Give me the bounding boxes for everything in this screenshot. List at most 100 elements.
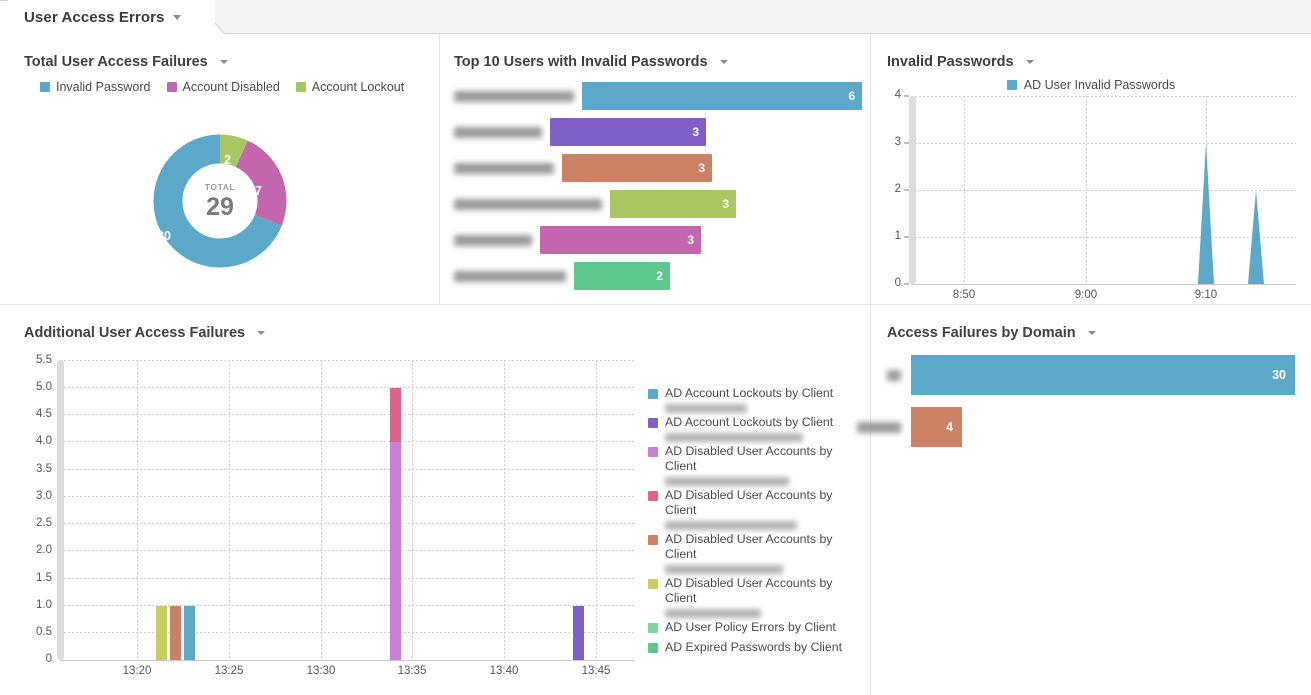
y-axis-tick-3-5: 3.5: [36, 463, 52, 475]
panel-title-total-user-access-failures[interactable]: Total User Access Failures: [24, 54, 228, 70]
y-axis-tick-1-0: 1.0: [36, 599, 52, 611]
bar-domain-2[interactable]: 4: [911, 407, 963, 447]
panel-title-access-failures-by-domain[interactable]: Access Failures by Domain: [887, 325, 1096, 341]
bar-track: 3: [540, 226, 862, 254]
donut-total-value: 29: [206, 192, 234, 221]
legend-swatch-icon: [40, 82, 50, 92]
additional-failures-legend: AD Account Lockouts by Client AD Account…: [648, 386, 863, 657]
tab-user-access-errors[interactable]: User Access Errors: [8, 0, 215, 34]
panel-title-text: Top 10 Users with Invalid Passwords: [454, 54, 708, 70]
table-row[interactable]: 4: [857, 401, 1295, 453]
table-row[interactable]: 3: [454, 114, 862, 150]
y-tickmark: [904, 283, 909, 285]
legend-item-disabled-accounts-2[interactable]: AD Disabled User Accounts by Client: [648, 488, 863, 530]
chevron-down-icon[interactable]: [172, 14, 181, 20]
legend-item-invalid-password[interactable]: Invalid Password: [40, 80, 151, 94]
legend-sublabel-redacted: [665, 477, 789, 486]
bar-value-label: 2: [656, 269, 663, 283]
gridline: [137, 360, 138, 660]
legend-sublabel-redacted: [665, 404, 747, 413]
donut-total-label: TOTAL: [204, 181, 236, 192]
legend-sublabel-redacted: [665, 433, 803, 442]
legend-item-account-lockouts-2[interactable]: AD Account Lockouts by Client: [648, 415, 863, 442]
y-axis-tick-2-5: 2.5: [36, 517, 52, 529]
dashboard-root: User Access Errors Total User Access Fai…: [0, 0, 1311, 695]
y-axis-tick-4-5: 4.5: [36, 408, 52, 420]
legend-sublabel-redacted: [665, 521, 797, 530]
spike-9-14[interactable]: [1248, 190, 1264, 284]
chevron-down-icon[interactable]: [719, 60, 728, 65]
x-axis-tick-1330: 13:30: [306, 665, 336, 677]
bar-value-label: 3: [687, 233, 694, 247]
chevron-down-icon[interactable]: [1087, 331, 1096, 336]
bar-invalid-password-2[interactable]: 3: [550, 118, 706, 146]
y-axis-scrollbar[interactable]: [57, 360, 64, 660]
bar-track: 3: [562, 154, 862, 182]
gridline: [596, 360, 597, 660]
donut-label-invalid-password: 20: [157, 229, 171, 243]
legend-item-account-lockout[interactable]: Account Lockout: [295, 80, 404, 94]
table-row[interactable]: 3: [454, 150, 862, 186]
panel-title-top-10-users[interactable]: Top 10 Users with Invalid Passwords: [454, 54, 728, 70]
tab-label: User Access Errors: [24, 8, 165, 26]
legend-item-disabled-accounts-4[interactable]: AD Disabled User Accounts by Client: [648, 576, 863, 618]
bar-account-lockouts-1344[interactable]: [573, 606, 584, 660]
bar-disabled-user-accounts-1334-lower[interactable]: [390, 442, 401, 660]
bar-track: 6: [582, 82, 862, 110]
bar-category-label-redacted: [454, 198, 602, 210]
panel-grid: Total User Access Failures Invalid Passw…: [0, 34, 1311, 695]
legend-swatch-icon: [648, 389, 658, 399]
y-axis-tick-4-0: 4.0: [36, 435, 52, 447]
table-row[interactable]: 30: [887, 349, 1295, 401]
domain-bar-list: 30 4: [857, 349, 1295, 453]
panel-title-text: Access Failures by Domain: [887, 325, 1076, 341]
bar-value-label: 3: [698, 161, 705, 175]
legend-item-disabled-accounts-1[interactable]: AD Disabled User Accounts by Client: [648, 444, 863, 486]
gridline: [60, 360, 634, 361]
top10-bar-list: 6 3 3 3 3 2: [454, 78, 862, 294]
gridline: [60, 523, 634, 524]
table-row[interactable]: 2: [454, 258, 862, 294]
bar-category-label-redacted: [454, 234, 532, 246]
bar-disabled-user-accounts-1321b[interactable]: [170, 606, 181, 660]
bar-invalid-password-3[interactable]: 3: [562, 154, 712, 182]
bar-disabled-user-accounts-1334-upper[interactable]: [390, 388, 401, 442]
legend-swatch-icon: [648, 623, 658, 633]
bar-track: 30: [911, 355, 1295, 395]
y-axis-tick-5-5: 5.5: [36, 354, 52, 366]
gridline: [60, 496, 634, 497]
legend-label: Invalid Password: [56, 80, 151, 94]
bar-disabled-user-accounts-1321[interactable]: [156, 606, 167, 660]
bar-invalid-password-6[interactable]: 2: [574, 262, 670, 290]
chevron-down-icon[interactable]: [219, 60, 228, 65]
table-row[interactable]: 3: [454, 186, 862, 222]
table-row[interactable]: 3: [454, 222, 862, 258]
bar-invalid-password-1[interactable]: 6: [582, 82, 862, 110]
y-axis-tick-3: 3: [894, 136, 901, 148]
legend-label: AD User Policy Errors by Client: [665, 620, 836, 634]
bar-invalid-password-5[interactable]: 3: [540, 226, 701, 254]
legend-item-account-lockouts-1[interactable]: AD Account Lockouts by Client: [648, 386, 863, 413]
invalid-passwords-plot[interactable]: 4 3 2 1 0 8:50 9:00 9:10: [871, 34, 1311, 304]
y-axis-tick-2-0: 2.0: [36, 544, 52, 556]
bar-account-lockouts-1322[interactable]: [184, 606, 195, 660]
bar-domain-1[interactable]: 30: [911, 355, 1295, 395]
table-row[interactable]: 6: [454, 78, 862, 114]
legend-sublabel-redacted: [665, 565, 783, 574]
legend-item-account-disabled[interactable]: Account Disabled: [166, 80, 280, 94]
bar-track: 3: [610, 190, 862, 218]
legend-item-disabled-accounts-3[interactable]: AD Disabled User Accounts by Client: [648, 532, 863, 574]
legend-item-user-policy-errors[interactable]: AD User Policy Errors by Client: [648, 620, 863, 635]
bar-invalid-password-4[interactable]: 3: [610, 190, 736, 218]
y-axis-tick-0-5: 0.5: [36, 626, 52, 638]
spike-9-10[interactable]: [1198, 143, 1214, 284]
legend-item-expired-passwords[interactable]: AD Expired Passwords by Client: [648, 640, 863, 655]
gridline: [60, 469, 634, 470]
legend-label: Account Disabled: [182, 80, 280, 94]
panel-title-text: Total User Access Failures: [24, 54, 208, 70]
legend-swatch-icon: [648, 643, 658, 653]
bar-track: 3: [550, 118, 862, 146]
donut-chart[interactable]: TOTAL 29 20 7 2: [145, 126, 295, 276]
gridline: [412, 360, 413, 660]
invalid-passwords-series[interactable]: [911, 96, 1296, 284]
